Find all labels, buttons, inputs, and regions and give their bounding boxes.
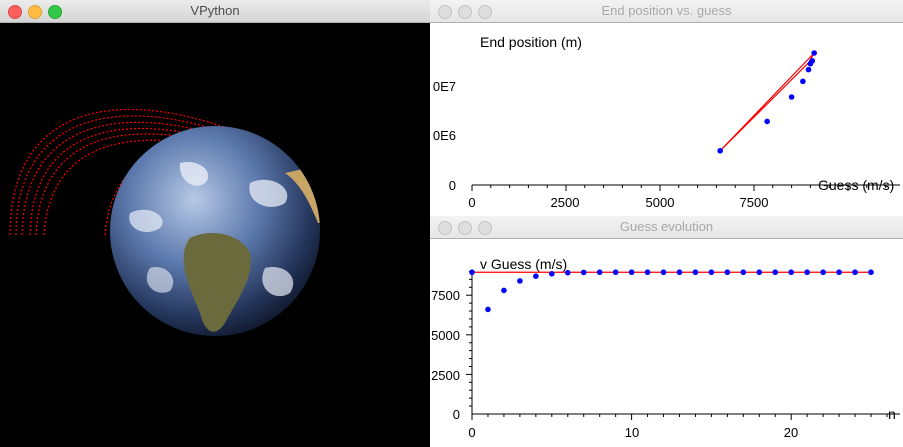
data-point: [820, 269, 826, 276]
data-point: [756, 269, 763, 276]
data-point: [717, 147, 723, 154]
data-point: [517, 278, 523, 284]
data-point: [596, 269, 603, 276]
graph1-svg: End position (m) Guess (m/s) 0 0E6 0E7 0…: [433, 34, 900, 210]
data-point: [644, 269, 651, 276]
data-point: [740, 269, 747, 276]
minimize-icon[interactable]: [28, 5, 42, 19]
data-point: [501, 287, 507, 294]
data-point: [811, 50, 817, 56]
close-icon[interactable]: [438, 221, 452, 235]
y-tick-label: 0E7: [433, 79, 456, 94]
graph2-plot-area[interactable]: v Guess (m/s) n 0 2500 5000 7500 0 10 20: [430, 239, 903, 447]
close-icon[interactable]: [8, 5, 22, 19]
graph2-svg: v Guess (m/s) n 0 2500 5000 7500 0 10 20: [431, 256, 900, 440]
y-tick-label: 0: [449, 178, 456, 193]
y-tick-label: 0: [453, 407, 460, 422]
data-point: [564, 269, 571, 276]
x-tick-label: 5000: [646, 195, 675, 210]
data-point: [549, 271, 555, 277]
data-point: [804, 269, 810, 276]
data-point: [485, 306, 491, 313]
y-axis-label: v Guess (m/s): [480, 256, 567, 272]
x-tick-label: 0: [468, 425, 475, 440]
data-point: [676, 269, 683, 276]
data-point: [788, 94, 795, 100]
zoom-icon[interactable]: [478, 5, 492, 19]
scene-svg: [9, 108, 320, 336]
vpython-window: VPython: [0, 0, 430, 447]
data-point: [800, 78, 806, 85]
data-point: [809, 58, 816, 64]
y-tick-label: 0E6: [433, 128, 456, 143]
zoom-icon[interactable]: [48, 5, 62, 19]
data-point: [692, 269, 699, 276]
data-point: [469, 269, 475, 276]
data-point: [580, 269, 587, 276]
data-point: [533, 273, 539, 279]
vpython-titlebar[interactable]: VPython: [0, 0, 430, 23]
graph-guess-evolution-window: Guess evolution v Guess (m/s) n 0 2500 5…: [430, 216, 903, 447]
window-title: Guess evolution: [619, 219, 714, 234]
y-tick-label: 5000: [431, 328, 460, 343]
minimize-icon[interactable]: [458, 5, 472, 19]
data-point: [628, 269, 635, 276]
data-point: [852, 269, 858, 276]
x-tick-label: 10: [625, 425, 639, 440]
minimize-icon[interactable]: [458, 221, 472, 235]
x-tick-label: 20: [784, 425, 798, 440]
x-tick-label: 7500: [740, 195, 769, 210]
scene-canvas[interactable]: [0, 23, 430, 447]
fit-curve: [719, 52, 815, 152]
data-point: [836, 269, 842, 276]
x-axis-label: n: [888, 406, 896, 422]
data-point: [788, 269, 794, 276]
data-point: [805, 66, 812, 73]
y-tick-label: 2500: [431, 368, 460, 383]
data-point: [764, 118, 770, 125]
window-title: VPython: [190, 3, 240, 18]
data-point: [868, 269, 874, 276]
close-icon[interactable]: [438, 5, 452, 19]
x-tick-label: 2500: [551, 195, 580, 210]
y-axis-label: End position (m): [480, 34, 582, 50]
data-point: [612, 269, 619, 276]
graph1-titlebar[interactable]: End position vs. guess: [430, 0, 903, 23]
graph1-plot-area[interactable]: End position (m) Guess (m/s) 0 0E6 0E7 0…: [430, 23, 903, 215]
graph-end-position-window: End position vs. guess End position (m) …: [430, 0, 903, 215]
y-tick-label: 7500: [431, 288, 460, 303]
data-point: [772, 269, 779, 276]
data-point: [708, 269, 715, 276]
data-point: [660, 269, 667, 276]
data-point: [724, 269, 731, 276]
zoom-icon[interactable]: [478, 221, 492, 235]
x-tick-label: 0: [468, 195, 475, 210]
x-axis-label: Guess (m/s): [818, 177, 894, 193]
graph2-titlebar[interactable]: Guess evolution: [430, 216, 903, 239]
window-title: End position vs. guess: [601, 3, 732, 18]
